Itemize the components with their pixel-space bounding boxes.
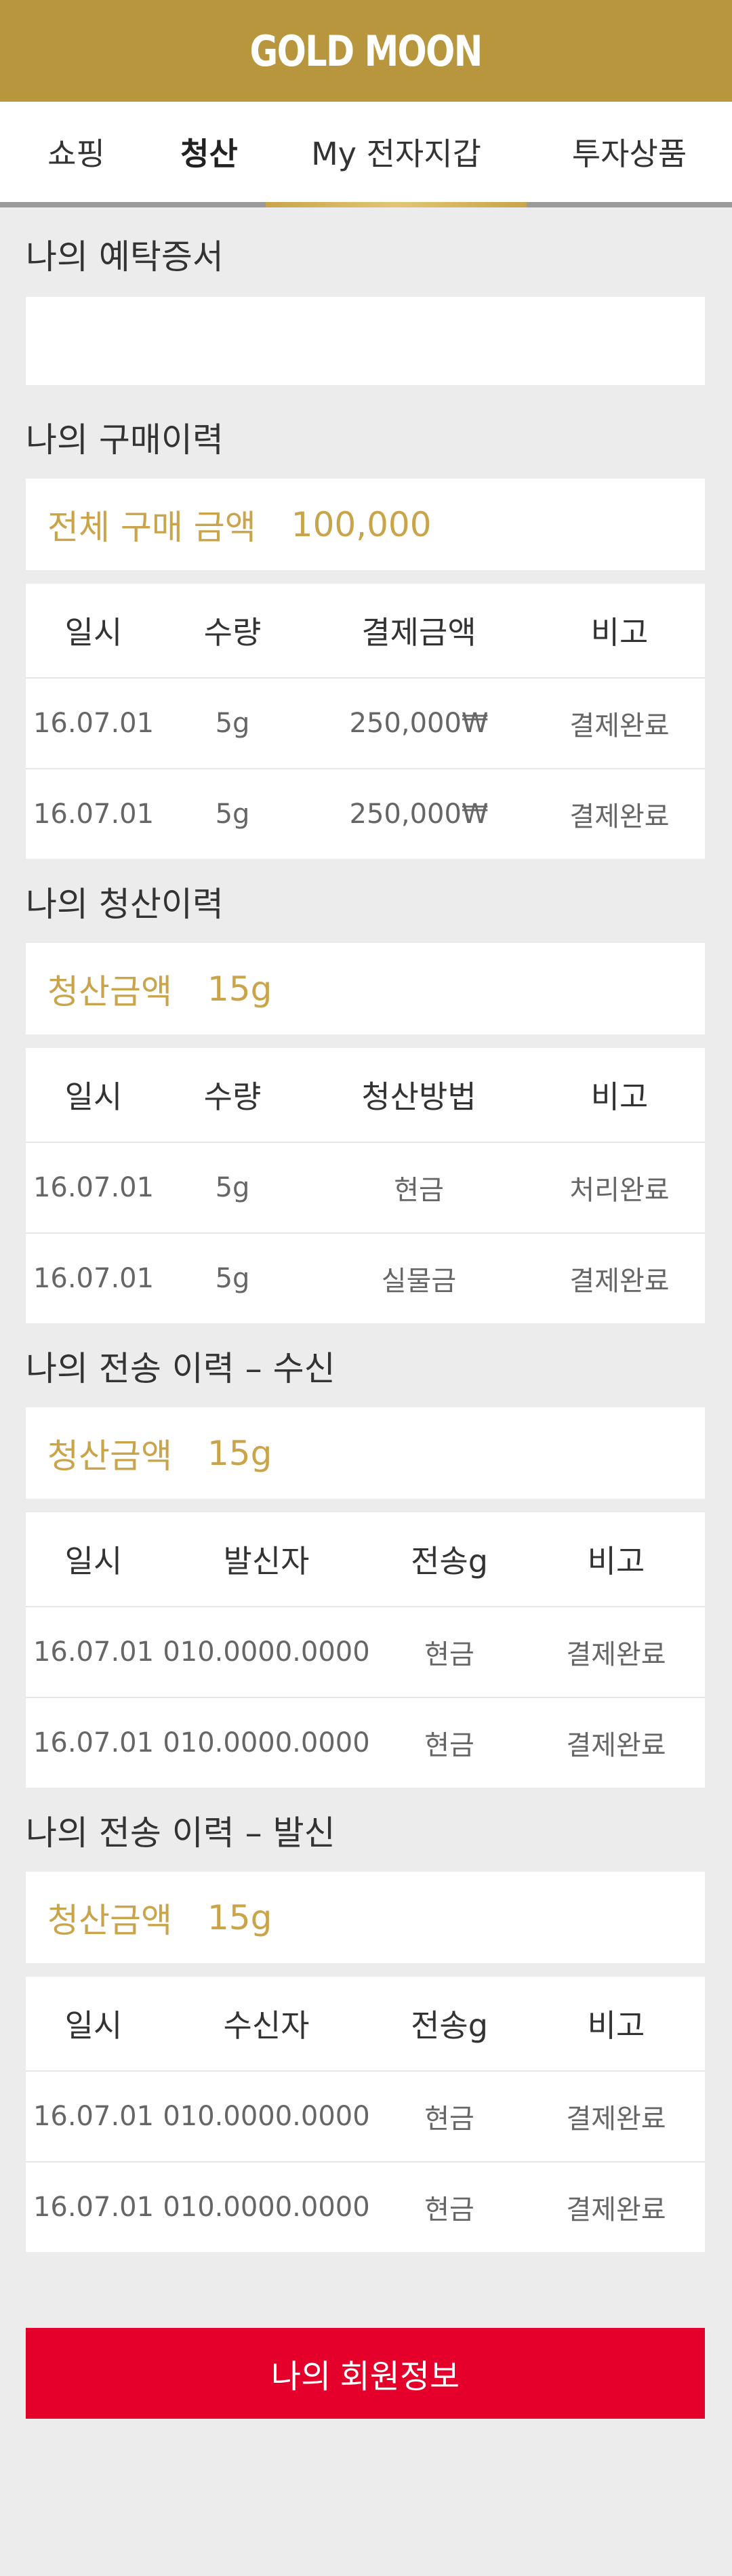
transfer-in-table: 일시 발신자 전송g 비고 16.07.01 010.0000.0000 현금 … xyxy=(26,1512,705,1788)
table-row: 16.07.01 5g 250,000₩ 결제완료 xyxy=(26,678,705,769)
cell-qty: 5g xyxy=(215,799,250,830)
cell-sender: 010.0000.0000 xyxy=(163,1727,370,1758)
col-header: 일시 xyxy=(26,584,161,679)
purchase-summary: 전체 구매 금액 100,000 xyxy=(26,479,705,570)
cell-note: 결제완료 xyxy=(534,678,705,769)
col-header: 청산방법 xyxy=(304,1048,534,1143)
transfer-out-title: 나의 전송 이력 – 발신 xyxy=(26,1813,336,1853)
liquidation-title: 나의 청산이력 xyxy=(26,885,224,924)
purchase-table: 일시 수량 결제금액 비고 16.07.01 5g 250,000₩ 결제완료 … xyxy=(26,584,705,859)
cell-date: 16.07.01 xyxy=(33,1263,155,1294)
cell-note: 결제완료 xyxy=(569,801,670,832)
transfer-in-summary-label: 청산금액 xyxy=(47,1436,172,1476)
goldmoon-logo: GOLD MOON xyxy=(249,26,483,76)
table-row: 16.07.01 5g 실물금 결제완료 xyxy=(26,1233,705,1323)
col-header: 비고 xyxy=(527,1977,705,2072)
table-row: 16.07.01 5g 250,000₩ 결제완료 xyxy=(26,769,705,859)
cell-grams: 현금 xyxy=(424,1730,474,1761)
cell-date: 16.07.01 xyxy=(26,1607,161,1698)
col-header: 수량 xyxy=(161,584,304,679)
table-row: 16.07.01 5g 현금 처리완료 xyxy=(26,1142,705,1234)
purchase-summary-value: 100,000 xyxy=(291,504,432,544)
liquidation-summary-value: 15g xyxy=(207,969,272,1009)
cell-grams: 현금 xyxy=(424,2194,474,2226)
cell-note: 처리완료 xyxy=(534,1142,705,1234)
cell-method: 현금 xyxy=(304,1142,534,1234)
cell-date: 16.07.01 xyxy=(26,2071,161,2162)
liquidation-summary-label: 청산금액 xyxy=(47,971,172,1011)
cell-amount: 250,000₩ xyxy=(349,799,489,830)
col-header: 결제금액 xyxy=(304,584,534,679)
col-header: 수량 xyxy=(161,1048,304,1143)
col-header: 전송g xyxy=(371,1977,527,2072)
table-row: 16.07.01 010.0000.0000 현금 결제완료 xyxy=(26,1697,705,1788)
cell-recipient: 010.0000.0000 xyxy=(163,2192,370,2223)
cell-date: 16.07.01 xyxy=(26,1142,161,1234)
transfer-out-summary-value: 15g xyxy=(207,1897,272,1937)
cell-date: 16.07.01 xyxy=(33,2192,155,2223)
cell-method: 실물금 xyxy=(381,1266,457,1297)
app-header: GOLD MOON xyxy=(0,0,732,102)
cell-grams: 현금 xyxy=(371,1607,527,1698)
tab-investment[interactable]: 투자상품 xyxy=(527,102,732,202)
col-header: 일시 xyxy=(26,1048,161,1143)
cell-sender: 010.0000.0000 xyxy=(161,1607,371,1698)
transfer-out-summary: 청산금액 15g xyxy=(26,1872,705,1963)
tab-my-wallet[interactable]: My 전자지갑 xyxy=(266,102,527,202)
member-info-button[interactable]: 나의 회원정보 xyxy=(26,2328,705,2419)
cell-note: 결제완료 xyxy=(566,1730,666,1761)
cell-grams: 현금 xyxy=(371,2071,527,2162)
liquidation-summary: 청산금액 15g xyxy=(26,943,705,1034)
col-header: 수신자 xyxy=(161,1977,371,2072)
cell-date: 16.07.01 xyxy=(26,678,161,769)
cell-note: 결제완료 xyxy=(527,1607,705,1698)
cell-note: 결제완료 xyxy=(569,1266,670,1297)
deposit-box xyxy=(26,297,705,385)
col-header: 비고 xyxy=(527,1512,705,1607)
purchase-title: 나의 구매이력 xyxy=(26,420,224,460)
col-header: 일시 xyxy=(26,1977,161,2072)
cell-qty: 5g xyxy=(215,1263,250,1294)
col-header: 일시 xyxy=(26,1512,161,1607)
tab-shopping[interactable]: 쇼핑 xyxy=(0,102,152,202)
active-tab-indicator xyxy=(266,202,527,207)
purchase-summary-label: 전체 구매 금액 xyxy=(47,507,256,547)
table-row: 16.07.01 010.0000.0000 현금 결제완료 xyxy=(26,2071,705,2162)
transfer-in-summary: 청산금액 15g xyxy=(26,1407,705,1499)
cell-date: 16.07.01 xyxy=(33,1727,155,1758)
deposit-title: 나의 예탁증서 xyxy=(26,237,224,277)
col-header: 비고 xyxy=(534,584,705,679)
table-row: 16.07.01 010.0000.0000 현금 결제완료 xyxy=(26,2162,705,2252)
col-header: 비고 xyxy=(534,1048,705,1143)
transfer-out-summary-label: 청산금액 xyxy=(47,1900,172,1940)
cell-qty: 5g xyxy=(161,1142,304,1234)
col-header: 발신자 xyxy=(161,1512,371,1607)
liquidation-table: 일시 수량 청산방법 비고 16.07.01 5g 현금 처리완료 16.07.… xyxy=(26,1048,705,1323)
tab-bar: 쇼핑 청산 My 전자지갑 투자상품 xyxy=(0,102,732,207)
transfer-in-title: 나의 전송 이력 – 수신 xyxy=(26,1349,336,1388)
table-row: 16.07.01 010.0000.0000 현금 결제완료 xyxy=(26,1607,705,1698)
transfer-in-summary-value: 15g xyxy=(207,1433,272,1473)
cell-recipient: 010.0000.0000 xyxy=(161,2071,371,2162)
tab-liquidation[interactable]: 청산 xyxy=(152,102,266,202)
cell-amount: 250,000₩ xyxy=(304,678,534,769)
cell-qty: 5g xyxy=(161,678,304,769)
cell-date: 16.07.01 xyxy=(33,799,155,830)
transfer-out-table: 일시 수신자 전송g 비고 16.07.01 010.0000.0000 현금 … xyxy=(26,1977,705,2252)
col-header: 전송g xyxy=(371,1512,527,1607)
cell-note: 결제완료 xyxy=(527,2071,705,2162)
cell-note: 결제완료 xyxy=(566,2194,666,2226)
